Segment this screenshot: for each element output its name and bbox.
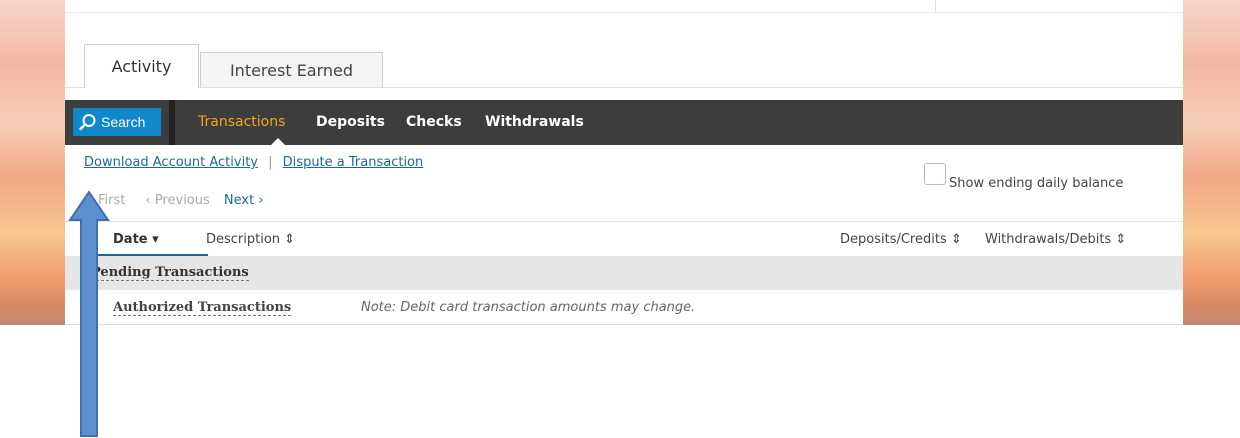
search-button[interactable]: Search <box>73 108 161 136</box>
column-description[interactable]: Description ⇕ <box>206 232 295 247</box>
authorized-transactions-note: Note: Debit card transaction amounts may… <box>361 300 696 315</box>
show-ending-balance-checkbox[interactable] <box>924 163 946 185</box>
tab-activity[interactable]: Activity <box>84 44 199 88</box>
tab-interest-earned[interactable]: Interest Earned <box>200 52 383 88</box>
authorized-transactions-row: Authorized Transactions Note: Debit card… <box>65 290 1183 325</box>
active-nav-caret <box>271 138 285 145</box>
up-arrow-annotation-icon <box>68 190 110 437</box>
authorized-transactions-title[interactable]: Authorized Transactions <box>113 300 292 316</box>
column-deposits-credits[interactable]: Deposits/Credits ⇕ <box>840 232 962 247</box>
pager-next[interactable]: Next › <box>224 193 264 208</box>
link-separator: | <box>268 155 273 170</box>
pending-transactions-title[interactable]: Pending Transactions <box>91 265 249 281</box>
dispute-transaction-link[interactable]: Dispute a Transaction <box>283 155 424 170</box>
search-button-label: Search <box>101 114 146 130</box>
show-ending-balance-label: Show ending daily balance <box>949 176 1124 191</box>
nav-checks[interactable]: Checks <box>406 114 462 130</box>
search-icon <box>79 114 96 131</box>
account-activity-panel: Activity Interest Earned Search Transact… <box>65 0 1183 325</box>
activity-links: Download Account Activity | Dispute a Tr… <box>84 155 423 170</box>
top-line <box>65 12 1183 13</box>
pager-previous[interactable]: ‹ Previous <box>146 193 210 208</box>
column-date[interactable]: Date ▾ <box>113 232 159 247</box>
nav-withdrawals[interactable]: Withdrawals <box>485 114 584 130</box>
column-withdrawals-debits[interactable]: Withdrawals/Debits ⇕ <box>985 232 1126 247</box>
transaction-toolbar: Search Transactions Deposits Checks With… <box>65 100 1183 145</box>
nav-deposits[interactable]: Deposits <box>316 114 385 130</box>
download-account-activity-link[interactable]: Download Account Activity <box>84 155 258 170</box>
toolbar-separator <box>169 100 175 145</box>
transactions-header-row: Date ▾ Description ⇕ Deposits/Credits ⇕ … <box>65 221 1183 257</box>
nav-transactions[interactable]: Transactions <box>198 114 285 130</box>
top-divider <box>935 0 936 12</box>
pagination: First ‹ Previous Next › <box>98 193 264 208</box>
background-sunset-right <box>1183 0 1240 325</box>
background-sunset-left <box>0 0 65 325</box>
tab-baseline <box>65 87 1183 88</box>
pending-transactions-row: Pending Transactions <box>65 256 1183 290</box>
